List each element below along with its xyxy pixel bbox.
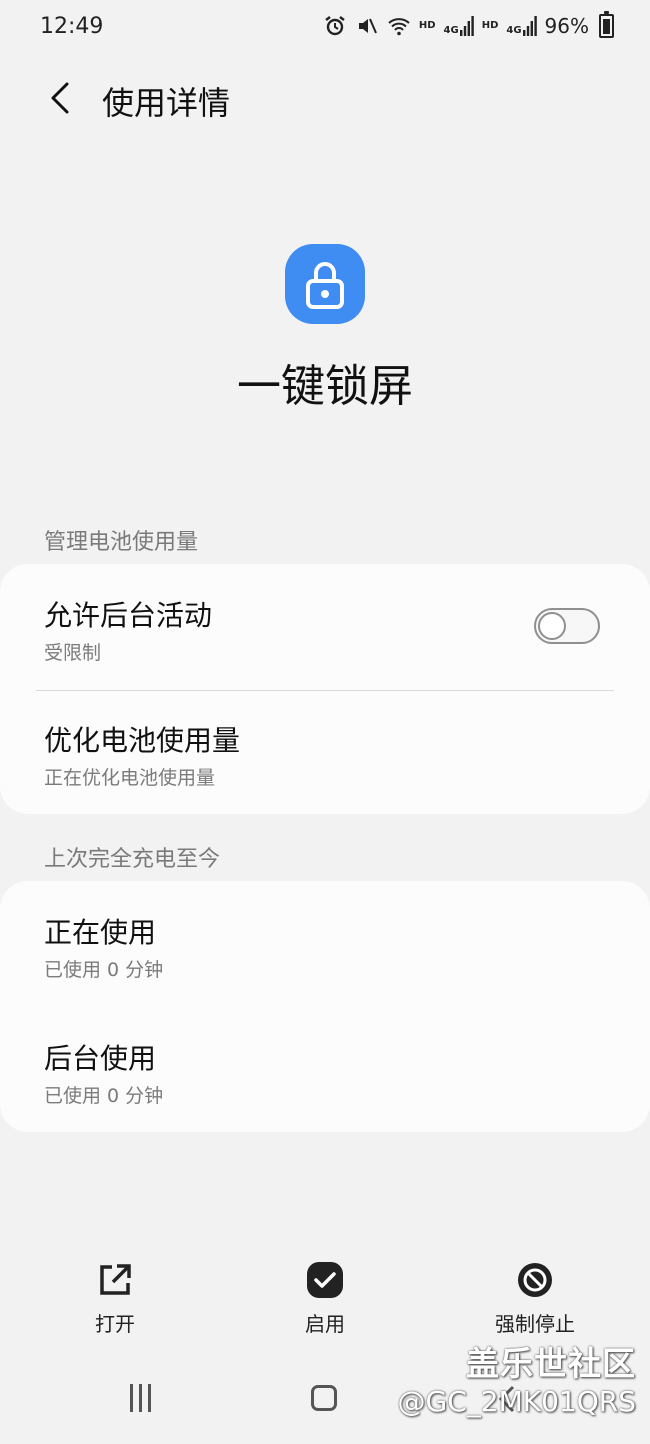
chevron-left-icon [51, 82, 69, 114]
toggle-knob [538, 612, 566, 640]
manage-battery-card: 允许后台活动 受限制 优化电池使用量 正在优化电池使用量 [0, 564, 650, 814]
row-subtitle: 已使用 0 分钟 [44, 1085, 164, 1107]
watermark-title: 盖乐世社区 [466, 1344, 636, 1383]
foreground-usage-row: 正在使用 已使用 0 分钟 [0, 881, 650, 1007]
status-time: 12:49 [40, 14, 104, 39]
open-button[interactable]: 打开 [35, 1260, 195, 1337]
usage-card: 正在使用 已使用 0 分钟 后台使用 已使用 0 分钟 [0, 881, 650, 1132]
enable-button[interactable]: 启用 [245, 1260, 405, 1337]
row-title: 正在使用 [44, 916, 157, 949]
background-activity-toggle[interactable] [534, 608, 600, 644]
wifi-icon [388, 18, 410, 36]
row-subtitle: 受限制 [44, 642, 102, 664]
allow-background-activity-row[interactable]: 允许后台活动 受限制 [0, 564, 650, 690]
signal-1: 4G [444, 16, 474, 36]
mute-icon [358, 18, 377, 34]
open-external-icon [100, 1264, 131, 1295]
recent-apps-button[interactable] [130, 1384, 151, 1412]
app-name: 一键锁屏 [237, 361, 413, 412]
alarm-icon [325, 16, 345, 36]
battery-percent: 96% [544, 14, 589, 38]
section-label-manage-battery: 管理电池使用量 [44, 530, 199, 555]
battery-icon [599, 11, 614, 38]
block-icon [518, 1263, 552, 1297]
background-usage-row: 后台使用 已使用 0 分钟 [0, 1007, 650, 1132]
signal-bars-icon-1 [459, 16, 474, 36]
hd-label-2: HD [481, 20, 499, 31]
force-stop-button[interactable]: 强制停止 [455, 1260, 615, 1337]
row-title: 允许后台活动 [44, 599, 213, 632]
row-subtitle: 已使用 0 分钟 [44, 959, 164, 981]
recent-apps-icon [130, 1384, 133, 1412]
app-icon [285, 244, 365, 324]
enable-label: 启用 [305, 1312, 345, 1336]
check-icon [307, 1262, 343, 1298]
row-title: 优化电池使用量 [44, 724, 241, 757]
signal-2: 4G [506, 16, 537, 36]
network-type-1: 4G [443, 25, 459, 36]
section-label-since-full-charge: 上次完全充电至今 [44, 847, 221, 872]
optimize-battery-row[interactable]: 优化电池使用量 正在优化电池使用量 [0, 691, 650, 814]
lock-icon [306, 262, 344, 309]
open-label: 打开 [95, 1312, 135, 1336]
signal-bars-icon-2 [522, 16, 537, 36]
status-icons: HD 4G HD 4G 96% [323, 11, 614, 38]
page-title: 使用详情 [102, 84, 231, 122]
back-button[interactable] [40, 76, 80, 120]
row-subtitle: 正在优化电池使用量 [44, 767, 216, 789]
watermark-handle: @GC_2MK01QRS [397, 1385, 636, 1418]
home-button[interactable] [311, 1385, 337, 1411]
network-type-2: 4G [506, 25, 522, 36]
force-stop-label: 强制停止 [495, 1312, 575, 1336]
hd-label-1: HD [418, 20, 436, 31]
row-title: 后台使用 [44, 1042, 157, 1075]
